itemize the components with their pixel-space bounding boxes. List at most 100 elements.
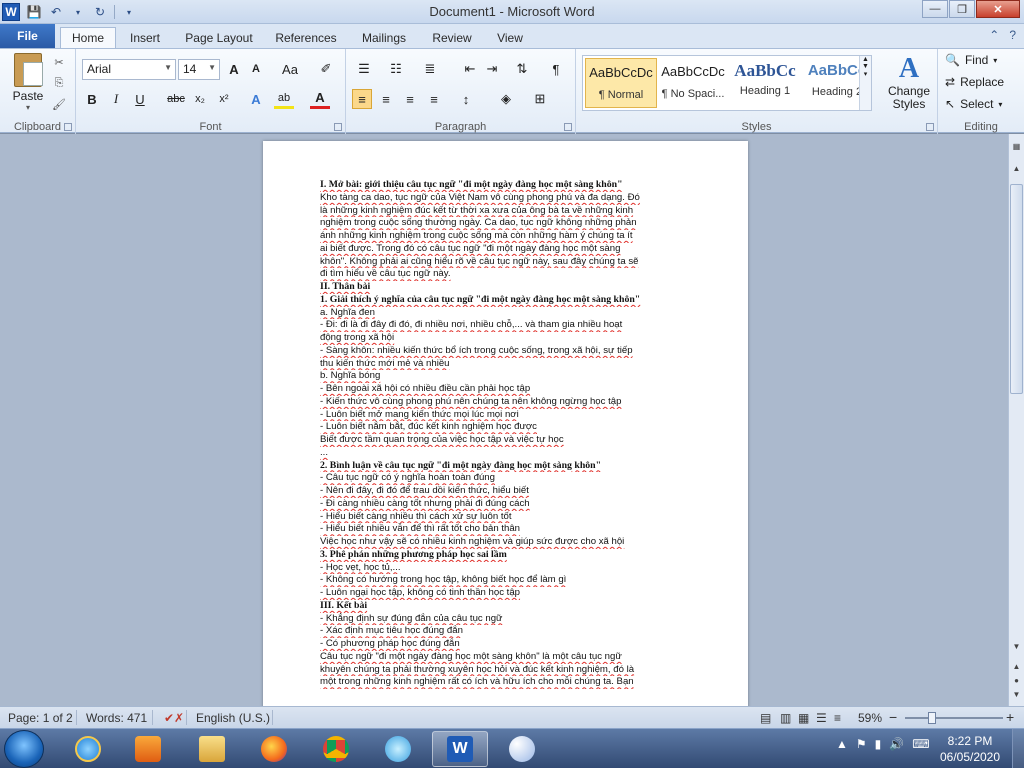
paragraph-launcher-icon[interactable]: [564, 123, 572, 131]
previous-page-icon[interactable]: ▲: [1009, 662, 1024, 671]
taskbar-media-player[interactable]: [120, 731, 176, 767]
tab-mailings[interactable]: Mailings: [355, 27, 413, 48]
tab-file[interactable]: File: [0, 24, 55, 48]
vertical-scrollbar[interactable]: ▦ ▲ ▼ ▲ ● ▼: [1008, 134, 1024, 706]
close-button[interactable]: ✕: [976, 0, 1020, 18]
ruler-toggle-icon[interactable]: ▦: [1009, 142, 1024, 151]
start-button[interactable]: [4, 730, 44, 768]
styles-launcher-icon[interactable]: [926, 123, 934, 131]
find-button[interactable]: 🔍 Find ▾: [945, 53, 997, 67]
strikethrough-button[interactable]: abc: [164, 89, 188, 109]
taskbar-firefox[interactable]: [246, 731, 302, 767]
page-count[interactable]: Page: 1 of 2: [8, 711, 73, 725]
volume-icon[interactable]: 🔊: [889, 737, 904, 751]
web-layout-icon[interactable]: ▦: [798, 711, 809, 725]
chevron-down-icon: ▼: [208, 63, 216, 72]
font-name-field[interactable]: Arial ▼: [82, 59, 176, 80]
line-spacing-icon[interactable]: ↕: [456, 89, 476, 109]
style-normal[interactable]: AaBbCcDc ¶ Normal: [585, 58, 657, 108]
show-desktop-button[interactable]: [1012, 729, 1024, 768]
network-icon[interactable]: ▮: [875, 737, 882, 751]
tab-references[interactable]: References: [270, 27, 342, 48]
zoom-level[interactable]: 59%: [858, 711, 882, 725]
sort-icon[interactable]: ⇅: [512, 59, 532, 79]
borders-icon[interactable]: ⊞: [530, 89, 550, 109]
multilevel-list-icon[interactable]: ≣: [420, 59, 440, 79]
taskbar-chrome[interactable]: [308, 731, 364, 767]
restore-button[interactable]: ❐: [949, 0, 975, 18]
taskbar-internet-explorer[interactable]: [60, 731, 116, 767]
font-size-field[interactable]: 14 ▼: [178, 59, 220, 80]
shading-icon[interactable]: ◈: [496, 89, 516, 109]
word-count[interactable]: Words: 471: [86, 711, 147, 725]
superscript-button[interactable]: x²: [214, 89, 234, 109]
underline-button[interactable]: U: [130, 89, 150, 109]
change-case-button[interactable]: Aa: [276, 59, 304, 79]
show-hidden-icons[interactable]: ▲: [836, 737, 848, 751]
zoom-in-button[interactable]: +: [1006, 709, 1014, 725]
increase-indent-icon[interactable]: ⇥: [482, 59, 502, 79]
taskbar-paint[interactable]: [494, 731, 550, 767]
taskbar-coccoc[interactable]: [370, 731, 426, 767]
copy-icon[interactable]: ⎘: [52, 76, 66, 90]
tab-view[interactable]: View: [490, 27, 530, 48]
numbering-icon[interactable]: ☷: [386, 59, 406, 79]
clock[interactable]: 8:22 PM 06/05/2020: [930, 733, 1010, 765]
align-right-icon[interactable]: ≡: [400, 89, 420, 109]
font-color-button[interactable]: A: [310, 89, 330, 109]
scroll-thumb[interactable]: [1010, 184, 1023, 394]
full-screen-reading-icon[interactable]: ▥: [780, 711, 791, 725]
style-heading-1[interactable]: AaBbCc Heading 1: [729, 58, 801, 108]
grow-font-button[interactable]: A: [224, 59, 244, 79]
zoom-out-button[interactable]: −: [889, 709, 897, 725]
gallery-scroll[interactable]: ▲ ▼ ▾: [859, 56, 871, 110]
subscript-button[interactable]: x₂: [190, 89, 210, 109]
shrink-font-button[interactable]: A: [246, 59, 266, 79]
proofing-icon[interactable]: ✔✗: [164, 711, 184, 725]
format-painter-icon[interactable]: 🖌: [52, 97, 66, 111]
highlight-button[interactable]: ab: [274, 89, 294, 109]
paste-dropdown-icon[interactable]: ▾: [10, 103, 46, 112]
outline-icon[interactable]: ☰: [816, 711, 827, 725]
tab-page-layout[interactable]: Page Layout: [180, 27, 258, 48]
style-no-spacing[interactable]: AaBbCcDc ¶ No Spaci...: [657, 58, 729, 108]
taskbar-file-explorer[interactable]: [184, 731, 240, 767]
tab-review[interactable]: Review: [426, 27, 478, 48]
change-styles-button[interactable]: A Change Styles: [884, 53, 934, 111]
show-marks-button[interactable]: ¶: [546, 59, 566, 79]
text-effects-button[interactable]: A: [246, 89, 266, 109]
language-bar-icon[interactable]: ⌨: [912, 737, 929, 751]
scroll-down-icon[interactable]: ▼: [1009, 642, 1024, 651]
replace-button[interactable]: ⇄ Replace: [945, 75, 1004, 89]
minimize-button[interactable]: —: [922, 0, 948, 18]
action-center-icon[interactable]: ⚑: [856, 737, 867, 751]
document-body[interactable]: I. Mở bài: giới thiệu câu tục ngữ "đi mộ…: [320, 179, 695, 689]
paste-button[interactable]: Paste ▾: [10, 53, 46, 113]
scroll-up-icon[interactable]: ▲: [1009, 164, 1024, 173]
draft-icon[interactable]: ≡: [834, 711, 841, 725]
bullets-icon[interactable]: ☰: [354, 59, 374, 79]
align-left-icon[interactable]: ≡: [352, 89, 372, 109]
language-status[interactable]: English (U.S.): [196, 711, 270, 725]
help-icon[interactable]: ?: [1009, 28, 1016, 42]
italic-button[interactable]: I: [106, 89, 126, 109]
print-layout-icon[interactable]: ▤: [760, 711, 771, 725]
decrease-indent-icon[interactable]: ⇤: [460, 59, 480, 79]
font-launcher-icon[interactable]: [334, 123, 342, 131]
browse-object-icon[interactable]: ●: [1009, 676, 1024, 685]
minimize-ribbon-icon[interactable]: ⌃: [989, 28, 999, 42]
zoom-slider-track[interactable]: [905, 717, 1003, 719]
zoom-slider-thumb[interactable]: [928, 712, 936, 724]
cut-icon[interactable]: ✂: [52, 55, 66, 69]
next-page-icon[interactable]: ▼: [1009, 690, 1024, 699]
clear-formatting-icon[interactable]: ✐: [316, 59, 336, 79]
tab-insert[interactable]: Insert: [122, 27, 168, 48]
taskbar-word[interactable]: W: [432, 731, 488, 767]
clipboard-launcher-icon[interactable]: [64, 123, 72, 131]
justify-icon[interactable]: ≡: [424, 89, 444, 109]
align-center-icon[interactable]: ≡: [376, 89, 396, 109]
document-page[interactable]: I. Mở bài: giới thiệu câu tục ngữ "đi mộ…: [263, 141, 748, 706]
select-button[interactable]: ↖ Select ▾: [945, 97, 1002, 111]
bold-button[interactable]: B: [82, 89, 102, 109]
tab-home[interactable]: Home: [60, 27, 116, 48]
